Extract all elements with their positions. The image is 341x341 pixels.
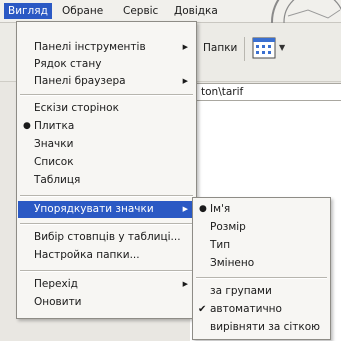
submenu-item-type[interactable]: Тип [194, 237, 329, 254]
menu-item-label: Рядок стану [34, 58, 102, 70]
submenu-arrow-icon: ▶ [182, 205, 188, 213]
toolbar-separator [244, 37, 245, 61]
menu-separator [20, 223, 193, 225]
radio-bullet-icon: ● [199, 204, 207, 214]
menu-item-explorer-bar[interactable]: Панелі браузера ▶ [18, 73, 195, 90]
menu-item-label: Настройка папки... [34, 249, 140, 261]
submenu-item-label: Ім'я [210, 203, 231, 215]
submenu-arrow-icon: ▶ [182, 77, 188, 85]
submenu-item-modified[interactable]: Змінено [194, 255, 329, 272]
menu-item-label: Упорядкувати значки [34, 203, 154, 215]
submenu-item-label: вирівняти за сіткою [210, 321, 321, 333]
views-grid-icon[interactable] [251, 35, 277, 61]
menu-item-customize-folder[interactable]: Настройка папки... [18, 247, 195, 264]
menu-separator [20, 195, 193, 197]
menu-separator [20, 94, 193, 96]
submenu-item-size[interactable]: Розмір [194, 219, 329, 236]
arrange-icons-submenu: ● Ім'я Розмір Тип Змінено за групами ✔ а… [192, 197, 331, 340]
menu-item-status-bar[interactable]: Рядок стану [18, 56, 195, 73]
menu-item-icons[interactable]: Значки [18, 136, 195, 153]
menu-item-label: Панелі браузера [34, 75, 126, 87]
menu-item-label: Значки [34, 138, 74, 150]
submenu-item-label: Розмір [210, 221, 246, 233]
submenu-arrow-icon: ▶ [182, 43, 188, 51]
menu-item-list[interactable]: Список [18, 154, 195, 171]
menu-item-label: Ескізи сторінок [34, 102, 119, 114]
menu-item-label: Панелі інструментів [34, 41, 146, 53]
menu-item-details[interactable]: Таблиця [18, 172, 195, 189]
menu-item-label: Таблиця [34, 174, 81, 186]
menu-help[interactable]: Довідка [170, 3, 222, 19]
submenu-item-show-in-groups[interactable]: за групами [194, 283, 329, 300]
menu-item-toolbars[interactable]: Панелі інструментів ▶ [18, 39, 195, 56]
submenu-item-label: Тип [210, 239, 231, 251]
menu-item-go-to[interactable]: Перехід ▶ [18, 276, 195, 293]
submenu-item-label: Змінено [210, 257, 255, 269]
folders-button[interactable]: Папки [197, 34, 243, 62]
menu-item-label: Список [34, 156, 74, 168]
menu-item-label: Оновити [34, 296, 82, 308]
menu-item-label: Вибір стовпців у таблиці... [34, 231, 181, 243]
menu-tools[interactable]: Сервіс [119, 3, 162, 19]
submenu-item-align-to-grid[interactable]: вирівняти за сіткою [194, 319, 329, 336]
address-field[interactable]: ton\tarif [190, 83, 341, 101]
menu-item-thumbnails[interactable]: Ескізи сторінок [18, 100, 195, 117]
radio-bullet-icon: ● [23, 121, 31, 131]
submenu-item-label: автоматично [210, 303, 282, 315]
submenu-arrow-icon: ▶ [182, 280, 188, 288]
view-menu: Панелі інструментів ▶ Рядок стану Панелі… [16, 21, 197, 319]
menu-item-tiles[interactable]: ● Плитка [18, 118, 195, 135]
menu-item-label: Перехід [34, 278, 78, 290]
menu-item-choose-details[interactable]: Вибір стовпців у таблиці... [18, 229, 195, 246]
menu-item-label: Плитка [34, 120, 75, 132]
menu-view[interactable]: Вигляд [4, 3, 52, 19]
menu-separator [20, 270, 193, 272]
menu-separator [196, 277, 327, 279]
submenu-item-label: за групами [210, 285, 272, 297]
submenu-item-name[interactable]: ● Ім'я [194, 201, 329, 218]
views-dropdown-icon[interactable]: ▼ [279, 44, 287, 52]
menu-item-refresh[interactable]: Оновити [18, 294, 195, 311]
submenu-item-auto-arrange[interactable]: ✔ автоматично [194, 301, 329, 318]
menu-item-arrange-icons[interactable]: Упорядкувати значки ▶ [18, 201, 195, 218]
checkmark-icon: ✔ [198, 304, 207, 315]
menu-favorites[interactable]: Обране [58, 3, 107, 19]
